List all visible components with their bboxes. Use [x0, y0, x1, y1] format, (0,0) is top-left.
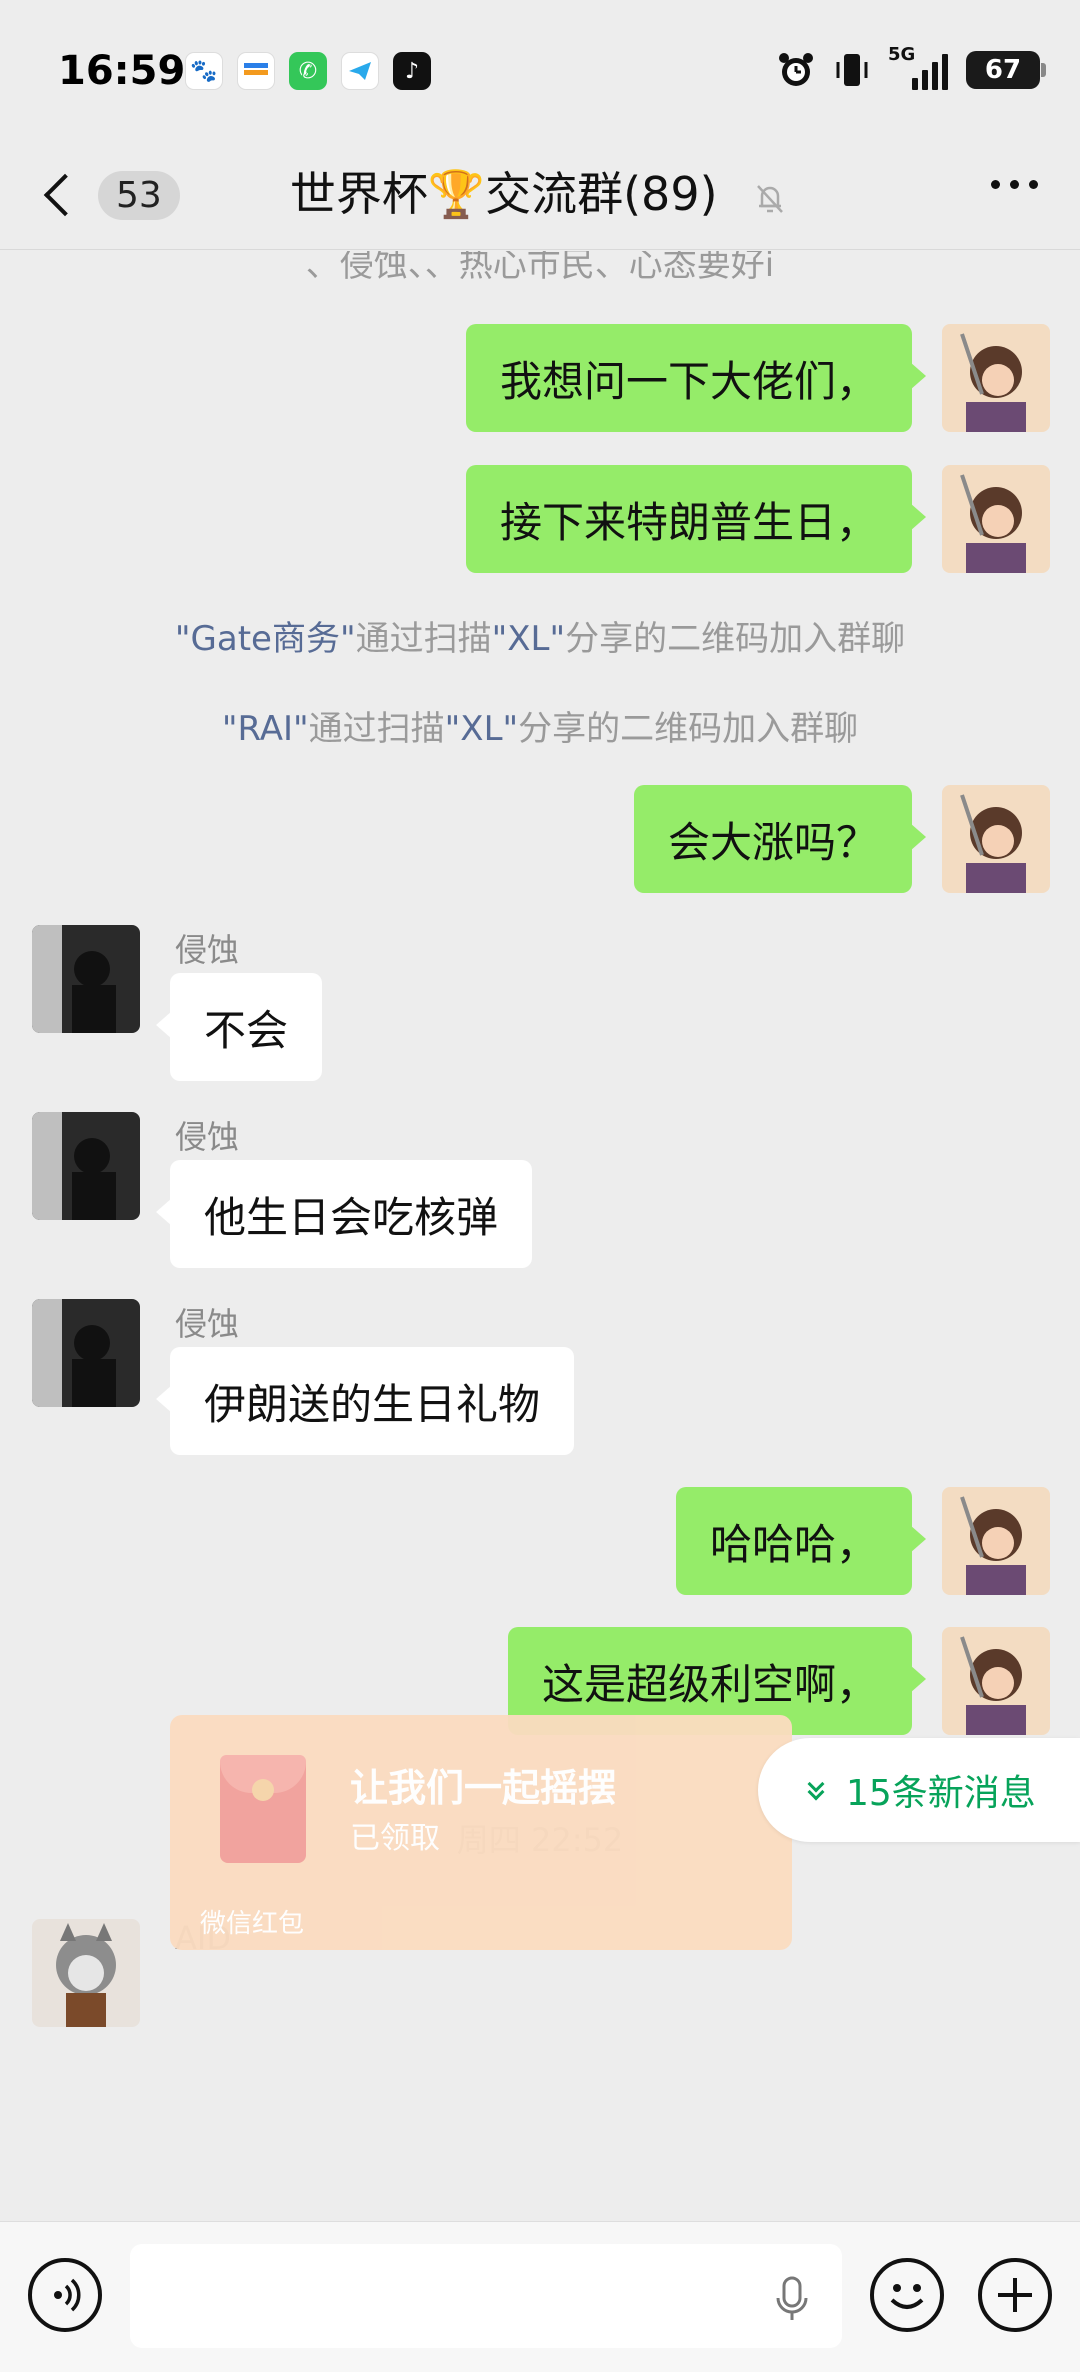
red-packet-title: 让我们一起摇摆	[350, 1766, 617, 1810]
partial-system-text: 、侵蚀、、热心市民、心态要好i	[305, 251, 775, 285]
new-messages-label: 15条新消息	[846, 1773, 1036, 1814]
status-app-icons: 🐾 ✆ ♪	[185, 52, 431, 90]
sender-name: 侵蚀	[175, 1305, 240, 1343]
sender-avatar[interactable]	[32, 925, 140, 1033]
notice-text: 分享的二维码加入群聊	[518, 709, 859, 749]
red-envelope-icon	[220, 1755, 306, 1863]
new-messages-button[interactable]: 15条新消息	[758, 1738, 1080, 1842]
message-input[interactable]	[130, 2244, 842, 2348]
chat-title: 世界杯🏆交流群(89)	[289, 167, 718, 221]
my-avatar[interactable]	[942, 465, 1050, 573]
message-bubble[interactable]: 不会	[155, 973, 323, 1081]
sender-name: 侵蚀	[175, 1118, 240, 1156]
voice-waves-icon	[54, 2278, 81, 2312]
message-bubble[interactable]: 我想问一下大佬们，	[465, 324, 927, 432]
red-packet-status: 已领取	[350, 1821, 440, 1856]
card-icon	[237, 52, 275, 90]
voice-input-button[interactable]	[28, 2258, 102, 2332]
mute-bell-icon	[757, 184, 784, 213]
my-avatar[interactable]	[942, 785, 1050, 893]
alarm-icon	[779, 53, 813, 86]
vibrate-icon	[836, 54, 868, 86]
sender-avatar[interactable]	[32, 1299, 140, 1407]
red-packet-card[interactable]: 让我们一起摇摆 已领取 微信红包	[170, 1715, 792, 1950]
dot-icon	[1010, 180, 1019, 189]
status-indicators: 5G 67	[776, 44, 1046, 90]
my-avatar[interactable]	[942, 324, 1050, 432]
cellular-signal-icon: 5G	[888, 44, 948, 90]
red-packet-footer: 微信红包	[200, 1909, 305, 1939]
chat-title-wrap: 世界杯🏆交流群(89)	[0, 158, 1080, 224]
emoji-button[interactable]	[870, 2258, 944, 2332]
chat-header: 53 世界杯🏆交流群(89)	[0, 140, 1080, 250]
message-bubble[interactable]: 接下来特朗普生日，	[465, 465, 927, 573]
dot-icon	[991, 180, 1000, 189]
system-join-notice: "RAI"通过扫描"XL"分享的二维码加入群聊	[0, 701, 1080, 750]
message-bubble[interactable]: 伊朗送的生日礼物	[155, 1347, 575, 1455]
telegram-icon	[341, 52, 379, 90]
sender-avatar[interactable]	[32, 1112, 140, 1220]
dot-icon	[1029, 180, 1038, 189]
status-time: 16:59	[58, 48, 186, 94]
more-options-button[interactable]	[991, 180, 1038, 189]
tiktok-icon: ♪	[393, 52, 431, 90]
phone-icon: ✆	[289, 52, 327, 90]
message-bubble[interactable]: 会大涨吗？	[633, 785, 927, 893]
my-avatar[interactable]	[942, 1487, 1050, 1595]
notice-text: 分享的二维码加入群聊	[565, 619, 906, 659]
smiley-icon	[890, 2284, 924, 2309]
sender-avatar[interactable]	[32, 1919, 140, 2027]
message-bubble[interactable]: 哈哈哈，	[675, 1487, 927, 1595]
inviter-name[interactable]: "XL"	[492, 619, 566, 659]
inviter-name[interactable]: "XL"	[445, 709, 519, 749]
joined-user-name[interactable]: "RAI"	[222, 709, 309, 749]
battery-indicator: 67	[966, 51, 1046, 89]
joined-user-name[interactable]: "Gate商务"	[175, 619, 356, 659]
sender-name: 侵蚀	[175, 931, 240, 969]
message-bubble[interactable]: 他生日会吃核弹	[155, 1160, 533, 1268]
status-bar: 16:59 🐾 ✆ ♪ 5G 67	[0, 0, 1080, 140]
system-join-notice: "Gate商务"通过扫描"XL"分享的二维码加入群聊	[0, 611, 1080, 660]
notice-text: 通过扫描	[308, 709, 445, 749]
notice-text: 通过扫描	[355, 619, 492, 659]
input-bar	[0, 2221, 1080, 2372]
double-chevron-down-icon	[807, 1775, 825, 1801]
baidu-icon: 🐾	[185, 52, 223, 90]
more-actions-plus-button[interactable]	[978, 2258, 1052, 2332]
microphone-icon[interactable]	[766, 2272, 818, 2324]
my-avatar[interactable]	[942, 1627, 1050, 1735]
